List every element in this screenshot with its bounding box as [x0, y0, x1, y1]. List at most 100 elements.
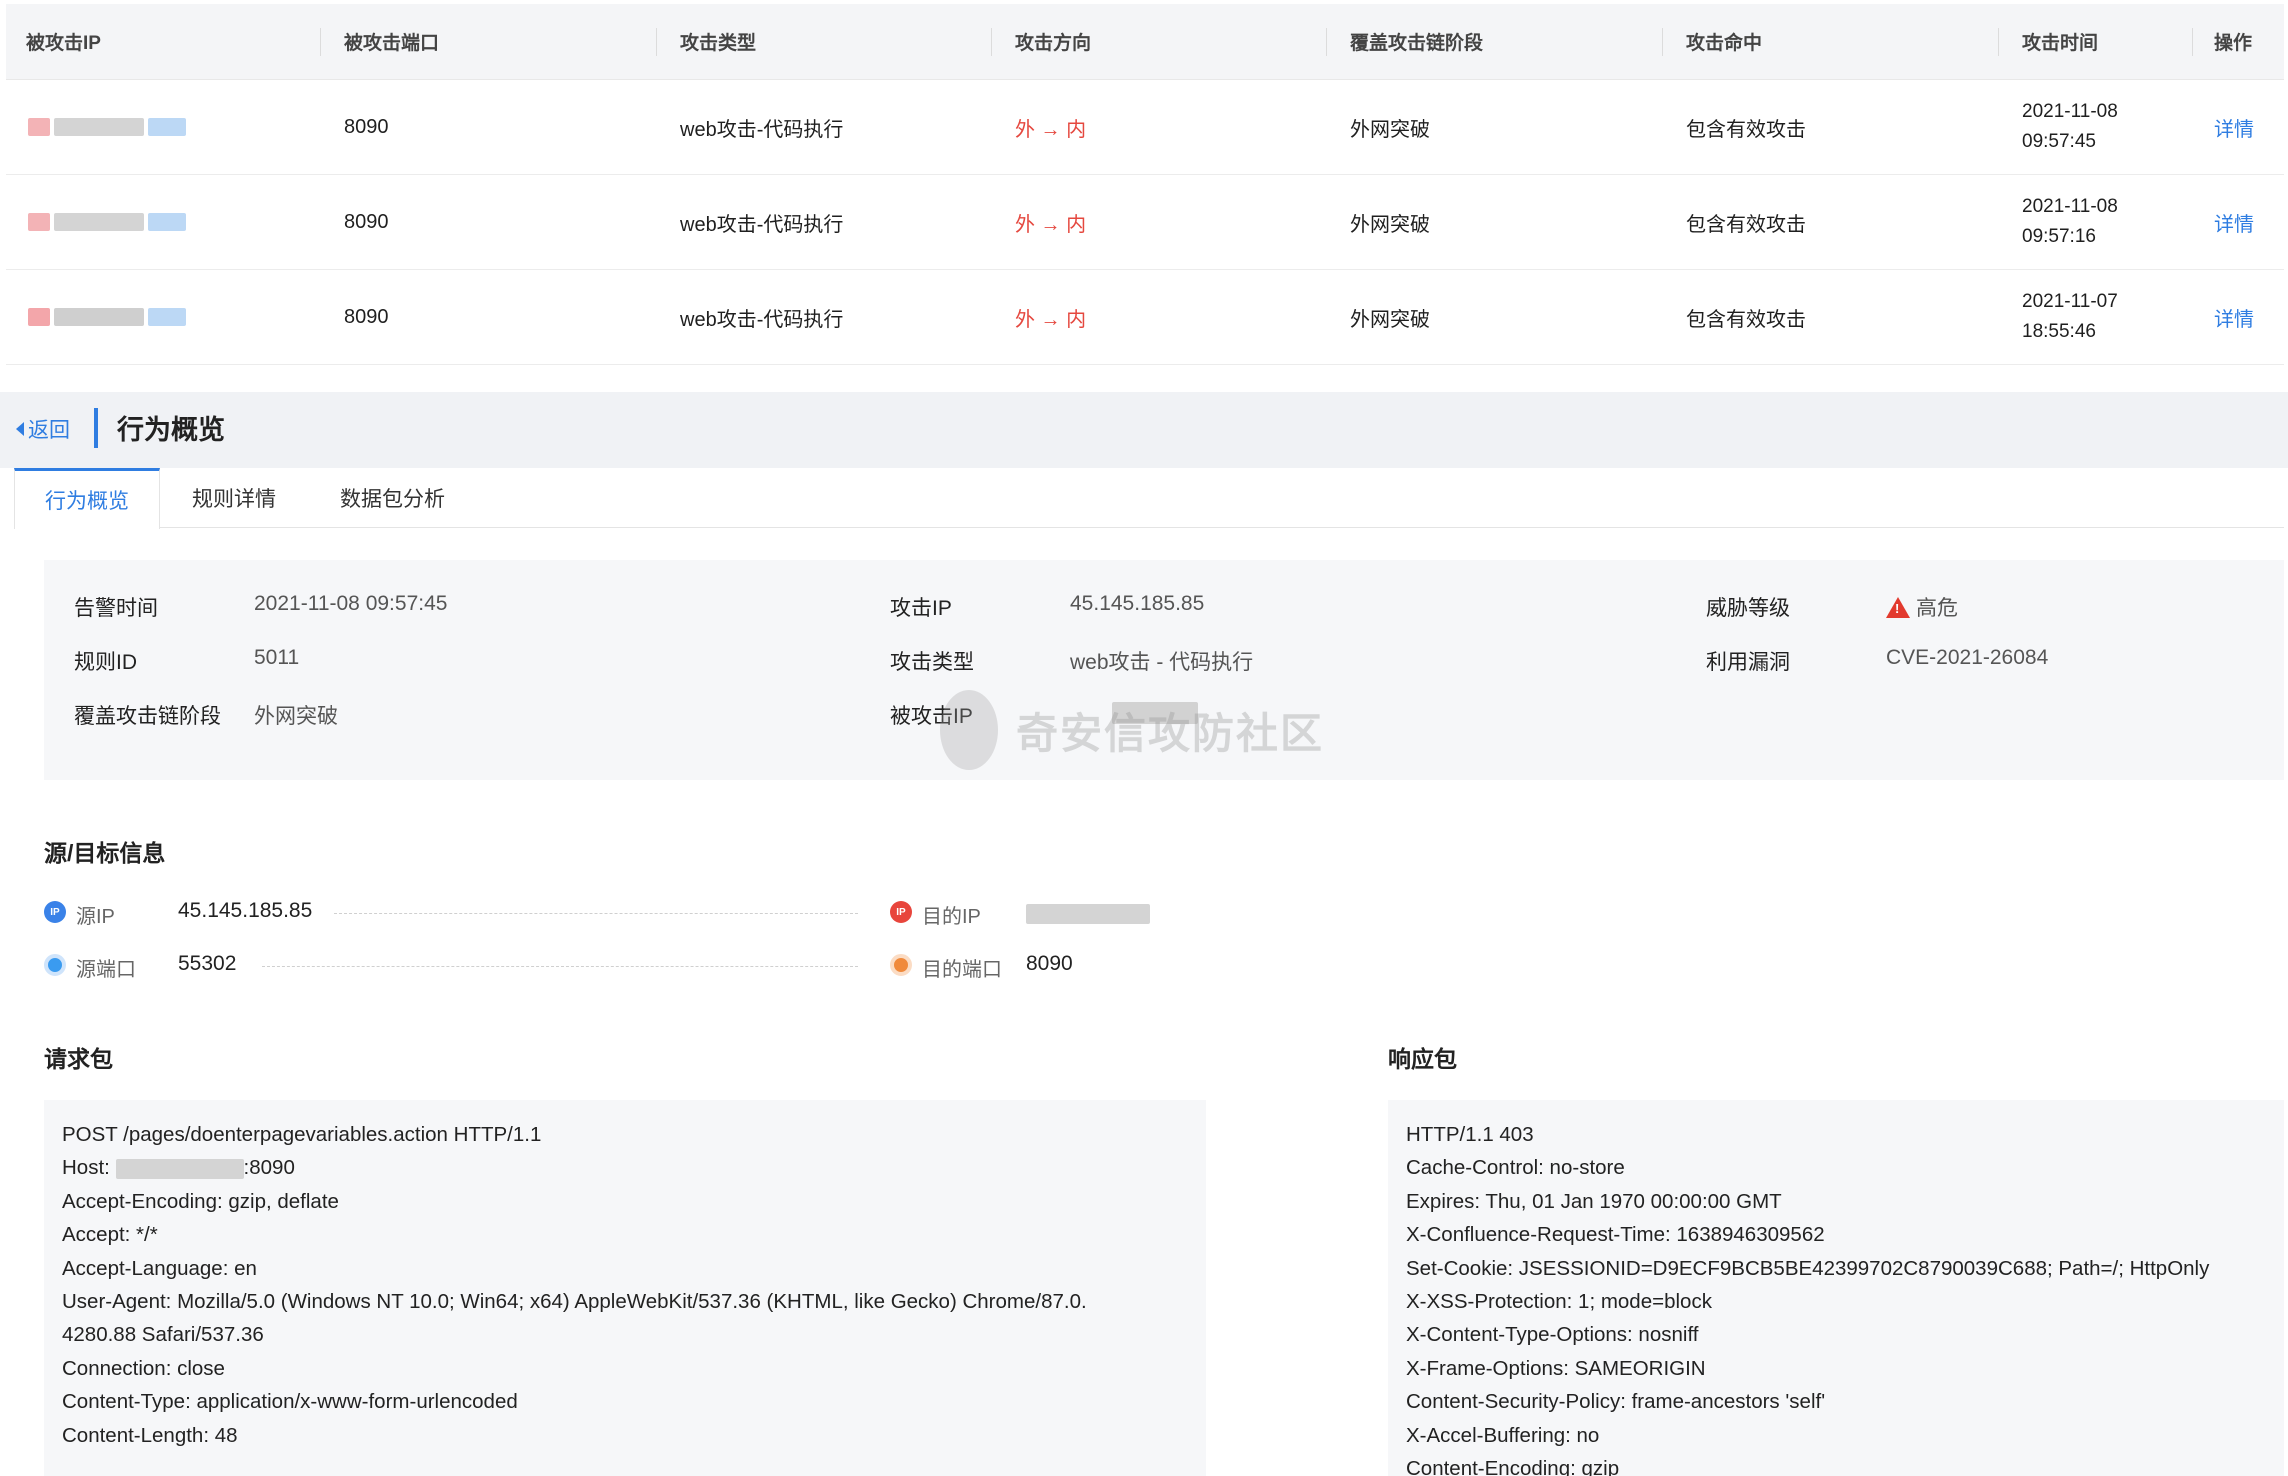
col-header-attack-type: 攻击类型	[680, 33, 757, 54]
vuln-value: CVE-2021-26084	[1886, 646, 2049, 669]
request-line: Accept-Encoding: gzip, deflate	[62, 1189, 339, 1213]
alert-time-value: 2021-11-08 09:57:45	[254, 592, 448, 615]
host-redacted	[115, 1158, 244, 1179]
stage-value: 外网突破	[254, 705, 338, 728]
response-line: X-Accel-Buffering: no	[1406, 1423, 1600, 1447]
col-header-victim-port: 被攻击端口	[344, 33, 440, 54]
detail-link[interactable]: 详情	[2214, 175, 2254, 269]
col-header-direction: 攻击方向	[1015, 33, 1092, 54]
request-packet-panel: POST /pages/doenterpagevariables.action …	[44, 1100, 1206, 1476]
title-divider	[94, 408, 98, 448]
response-line: X-Content-Type-Options: nosniff	[1406, 1323, 1699, 1347]
attack-type-label: 攻击类型	[890, 651, 974, 674]
table-row: 8090 web攻击-代码执行 外 → 内 外网突破 包含有效攻击 2021-1…	[6, 175, 2284, 270]
stage-label: 覆盖攻击链阶段	[74, 705, 221, 728]
attack-clock: 18:55:46	[2022, 321, 2096, 342]
watermark: 奇安信攻防社区	[940, 690, 1324, 770]
tab-bar: 行为概览 规则详情 数据包分析	[14, 468, 2284, 529]
attack-stage: 外网突破	[1350, 118, 1430, 141]
source-ip-value: 45.145.185.85	[178, 899, 313, 922]
response-line: Content-Encoding: gzip	[1406, 1457, 1620, 1476]
attack-direction: 外 → 内	[1015, 213, 1087, 236]
col-header-victim-ip: 被攻击IP	[26, 33, 101, 54]
attack-clock: 09:57:16	[2022, 226, 2096, 247]
request-line: Accept-Language: en	[62, 1256, 257, 1280]
vuln-label: 利用漏洞	[1706, 651, 1790, 674]
response-line: X-Confluence-Request-Time: 1638946309562	[1406, 1223, 1825, 1247]
attack-time: 2021-11-08 09:57:45	[2022, 80, 2118, 174]
col-header-action: 操作	[2214, 33, 2253, 54]
attack-stage: 外网突破	[1350, 308, 1430, 331]
page-title: 行为概览	[117, 415, 225, 445]
attack-direction: 外 → 内	[1015, 308, 1087, 331]
attack-type: web攻击-代码执行	[680, 308, 844, 331]
target-port-icon	[890, 954, 912, 976]
victim-port: 8090	[344, 115, 389, 138]
request-packet-title: 请求包	[44, 1046, 113, 1072]
attack-date: 2021-11-07	[2022, 291, 2118, 312]
target-ip-icon: IP	[890, 901, 912, 923]
tab-rule-details[interactable]: 规则详情	[192, 468, 276, 528]
threat-level-label: 威胁等级	[1706, 597, 1790, 620]
attack-ip-value: 45.145.185.85	[1070, 592, 1205, 615]
victim-ip-redacted	[28, 270, 186, 364]
request-line: User-Agent: Mozilla/5.0 (Windows NT 10.0…	[62, 1290, 1087, 1314]
table-header: 被攻击IP 被攻击端口 攻击类型 攻击方向 覆盖攻击链阶段 攻击命中 攻击时间 …	[6, 4, 2284, 80]
attack-type-value: web攻击 - 代码执行	[1070, 651, 1254, 674]
request-line: 4280.88 Safari/537.36	[62, 1323, 264, 1347]
tab-behavior-overview[interactable]: 行为概览	[14, 468, 160, 529]
table-row: 8090 web攻击-代码执行 外 → 内 外网突破 包含有效攻击 2021-1…	[6, 80, 2284, 175]
request-line: Connection: close	[62, 1356, 225, 1380]
response-line: X-Frame-Options: SAMEORIGIN	[1406, 1356, 1706, 1380]
response-line: Content-Security-Policy: frame-ancestors…	[1406, 1390, 1826, 1414]
attack-hit: 包含有效攻击	[1686, 213, 1806, 236]
target-port-label: 目的端口	[922, 959, 1002, 981]
col-header-time: 攻击时间	[2022, 33, 2099, 54]
divider-line	[262, 966, 858, 967]
source-port-label: 源端口	[76, 959, 136, 981]
source-ip-icon: IP	[44, 901, 66, 923]
watermark-logo-icon	[940, 690, 998, 770]
response-packet-panel: HTTP/1.1 403 Cache-Control: no-store Exp…	[1388, 1100, 2284, 1476]
tab-packet-analysis[interactable]: 数据包分析	[340, 468, 445, 528]
source-target-title: 源/目标信息	[44, 840, 166, 866]
attack-date: 2021-11-08	[2022, 196, 2118, 217]
attack-clock: 09:57:45	[2022, 131, 2096, 152]
alert-table: 被攻击IP 被攻击端口 攻击类型 攻击方向 覆盖攻击链阶段 攻击命中 攻击时间 …	[6, 4, 2284, 365]
source-port-value: 55302	[178, 952, 237, 975]
source-ip-label: 源IP	[76, 906, 115, 928]
attack-type: web攻击-代码执行	[680, 118, 844, 141]
victim-port: 8090	[344, 210, 389, 233]
attack-time: 2021-11-07 18:55:46	[2022, 270, 2118, 364]
caret-left-icon	[16, 422, 24, 436]
response-packet-title: 响应包	[1388, 1046, 1457, 1072]
detail-link[interactable]: 详情	[2214, 80, 2254, 174]
target-ip-label: 目的IP	[922, 906, 981, 928]
response-line: Expires: Thu, 01 Jan 1970 00:00:00 GMT	[1406, 1189, 1782, 1213]
target-port-value: 8090	[1026, 952, 1073, 975]
request-line: Content-Length: 48	[62, 1423, 238, 1447]
back-button[interactable]: 返回	[16, 414, 70, 444]
attack-date: 2021-11-08	[2022, 101, 2118, 122]
victim-port: 8090	[344, 305, 389, 328]
source-port-icon	[44, 954, 66, 976]
request-line: Accept: */*	[62, 1223, 158, 1247]
attack-direction: 外 → 内	[1015, 118, 1087, 141]
table-row: 8090 web攻击-代码执行 外 → 内 外网突破 包含有效攻击 2021-1…	[6, 270, 2284, 365]
col-header-hit: 攻击命中	[1686, 33, 1763, 54]
rule-id-label: 规则ID	[74, 651, 137, 674]
detail-link[interactable]: 详情	[2214, 270, 2254, 364]
victim-ip-redacted	[28, 80, 186, 174]
attack-hit: 包含有效攻击	[1686, 118, 1806, 141]
rule-id-value: 5011	[254, 646, 300, 669]
attack-time: 2021-11-08 09:57:16	[2022, 175, 2118, 269]
alert-time-label: 告警时间	[74, 597, 158, 620]
response-line: X-XSS-Protection: 1; mode=block	[1406, 1290, 1712, 1314]
attack-ip-label: 攻击IP	[890, 597, 952, 620]
page-header-bar: 返回 行为概览	[0, 392, 2288, 468]
warning-icon	[1886, 596, 1910, 618]
attack-stage: 外网突破	[1350, 213, 1430, 236]
request-line: Content-Type: application/x-www-form-url…	[62, 1390, 518, 1414]
threat-level-text: 高危	[1916, 597, 1958, 620]
watermark-text: 奇安信攻防社区	[1016, 709, 1325, 757]
